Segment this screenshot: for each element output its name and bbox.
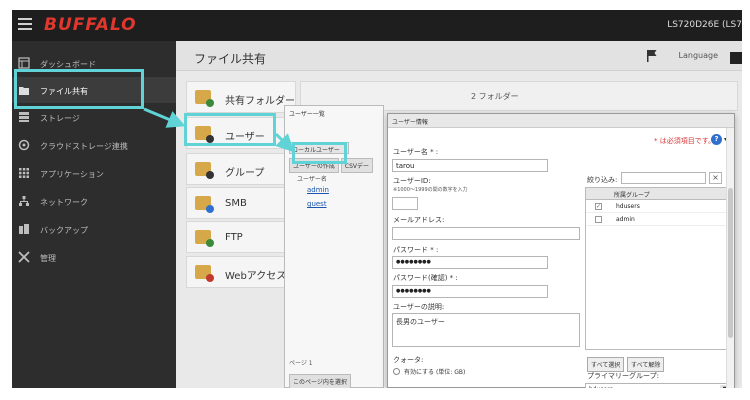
nas-admin-frame: BUFFALO LS720D26E (LS7 ダッシュボード ファイル共有 スト… bbox=[12, 10, 742, 388]
annotation-arrows bbox=[143, 107, 295, 153]
